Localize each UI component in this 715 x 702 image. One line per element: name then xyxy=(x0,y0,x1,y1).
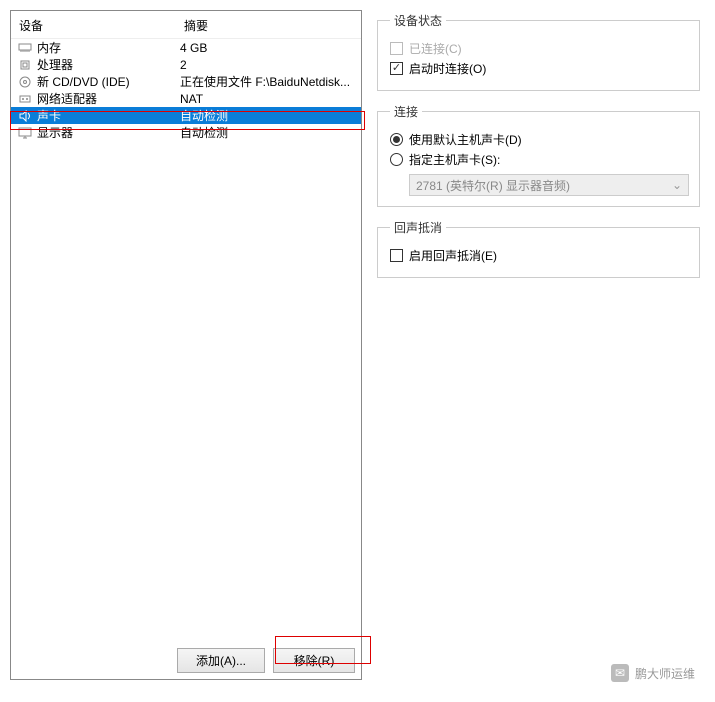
column-summary: 摘要 xyxy=(184,17,353,34)
echo-cancel-label: 启用回声抵消(E) xyxy=(409,247,497,264)
chevron-down-icon: ⌄ xyxy=(672,178,682,192)
connected-label: 已连接(C) xyxy=(409,40,462,57)
device-label: 声卡 xyxy=(37,107,180,124)
device-row[interactable]: 声卡自动检测 xyxy=(11,107,361,124)
connection-group: 连接 使用默认主机声卡(D) 指定主机声卡(S): 2781 (英特尔(R) 显… xyxy=(377,103,700,207)
column-device: 设备 xyxy=(19,17,184,34)
device-summary: 2 xyxy=(180,58,361,72)
settings-panel: 设备状态 已连接(C) 启动时连接(O) 连接 使用默认主机声卡(D) 指定主机… xyxy=(367,0,715,690)
connection-legend: 连接 xyxy=(390,103,422,120)
device-buttons: 添加(A)... 移除(R) xyxy=(11,642,361,679)
connect-at-start-label: 启动时连接(O) xyxy=(409,60,486,77)
device-list[interactable]: 内存4 GB处理器2新 CD/DVD (IDE)正在使用文件 F:\BaiduN… xyxy=(11,39,361,642)
device-status-group: 设备状态 已连接(C) 启动时连接(O) xyxy=(377,12,700,91)
remove-button[interactable]: 移除(R) xyxy=(273,648,355,673)
device-row[interactable]: 处理器2 xyxy=(11,56,361,73)
echo-cancel-legend: 回声抵消 xyxy=(390,219,446,236)
host-sound-select[interactable]: 2781 (英特尔(R) 显示器音频) ⌄ xyxy=(409,174,689,196)
specify-host-label: 指定主机声卡(S): xyxy=(409,151,500,168)
device-summary: 4 GB xyxy=(180,41,361,55)
cpu-icon xyxy=(17,58,33,72)
sound-icon xyxy=(17,109,33,123)
memory-icon xyxy=(17,41,33,55)
device-summary: 自动检测 xyxy=(180,107,361,124)
device-label: 新 CD/DVD (IDE) xyxy=(37,73,180,90)
device-summary: 正在使用文件 F:\BaiduNetdisk... xyxy=(180,73,361,90)
display-icon xyxy=(17,126,33,140)
device-row[interactable]: 显示器自动检测 xyxy=(11,124,361,141)
default-host-radio[interactable] xyxy=(390,133,403,146)
specify-host-radio[interactable] xyxy=(390,153,403,166)
wechat-icon: ✉ xyxy=(611,664,629,682)
device-summary: 自动检测 xyxy=(180,124,361,141)
echo-cancel-group: 回声抵消 启用回声抵消(E) xyxy=(377,219,700,278)
device-label: 网络适配器 xyxy=(37,90,180,107)
device-list-header: 设备 摘要 xyxy=(11,11,361,39)
default-host-label: 使用默认主机声卡(D) xyxy=(409,131,522,148)
device-row[interactable]: 新 CD/DVD (IDE)正在使用文件 F:\BaiduNetdisk... xyxy=(11,73,361,90)
device-row[interactable]: 网络适配器NAT xyxy=(11,90,361,107)
device-row[interactable]: 内存4 GB xyxy=(11,39,361,56)
watermark: ✉ 鹏大师运维 xyxy=(611,664,695,682)
watermark-text: 鹏大师运维 xyxy=(635,665,695,682)
connected-checkbox[interactable] xyxy=(390,42,403,55)
device-label: 内存 xyxy=(37,39,180,56)
network-icon xyxy=(17,92,33,106)
device-label: 显示器 xyxy=(37,124,180,141)
device-status-legend: 设备状态 xyxy=(390,12,446,29)
add-button[interactable]: 添加(A)... xyxy=(177,648,265,673)
disc-icon xyxy=(17,75,33,89)
host-sound-value: 2781 (英特尔(R) 显示器音频) xyxy=(416,177,570,194)
device-label: 处理器 xyxy=(37,56,180,73)
connect-at-start-checkbox[interactable] xyxy=(390,62,403,75)
echo-cancel-checkbox[interactable] xyxy=(390,249,403,262)
device-panel: 设备 摘要 内存4 GB处理器2新 CD/DVD (IDE)正在使用文件 F:\… xyxy=(10,10,362,680)
device-summary: NAT xyxy=(180,92,361,106)
